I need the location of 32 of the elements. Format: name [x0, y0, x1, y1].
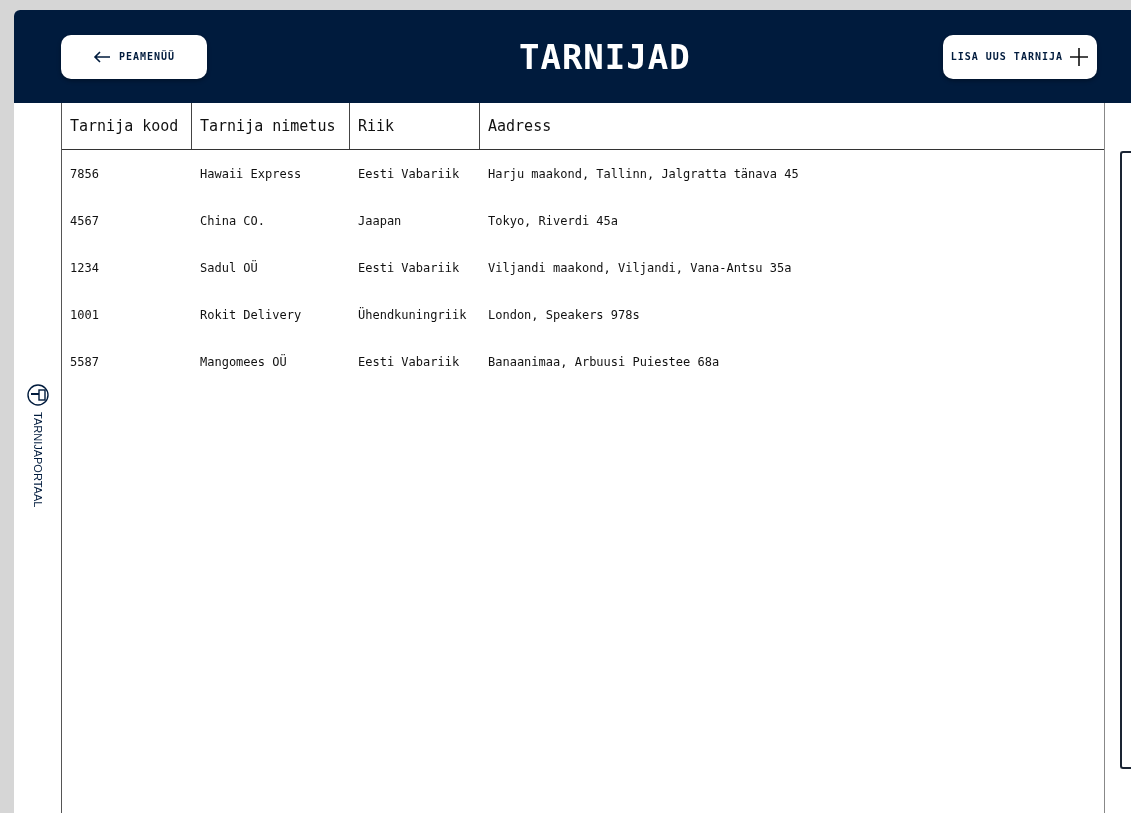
scrollbar[interactable] [1120, 151, 1131, 769]
column-header[interactable]: Tarnija kood [62, 103, 192, 149]
table-cell-text: Hawaii Express [199, 166, 303, 181]
add-supplier-button[interactable]: LISA UUS TARNIJA [942, 34, 1097, 79]
table-cell-text: Rokit Delivery [199, 307, 303, 322]
column-header[interactable]: Aadress [480, 103, 1104, 149]
table-cell-text: Harju maakond, Tallinn, Jalgratta tänava 45 [487, 166, 800, 181]
table-cell-text: 1234 [69, 260, 100, 275]
table-cell-text: Viljandi maakond, Viljandi, Vana-Antsu 35a [487, 260, 793, 275]
table-cell-text: Sadul OÜ [199, 260, 259, 275]
table-cell-text: Ühendkuningriik [357, 307, 468, 322]
table-cell-text: 5587 [69, 354, 100, 369]
sidebar-label: TARNIJAPORTAAL [31, 412, 44, 508]
arrow-left-icon [92, 50, 111, 63]
back-button[interactable]: PEAMENÜÜ [61, 34, 207, 79]
table-cell-text: Eesti Vabariik [357, 166, 461, 181]
table-cell-text: Eesti Vabariik [357, 354, 461, 369]
table-cell-text: London, Speakers 978s [487, 307, 641, 322]
plus-icon [1069, 46, 1089, 67]
column-header[interactable]: Tarnija nimetus [192, 103, 350, 149]
table-cell-text: 1001 [69, 307, 100, 322]
table-cell-text: Mangomees OÜ [199, 354, 288, 369]
page-title: TARNIJAD [518, 36, 691, 77]
table-cell-text: China CO. [199, 213, 267, 228]
table-cell-text: Jaapan [357, 213, 403, 228]
supplier-portal-icon [26, 384, 49, 406]
table-cell-text: Tokyo, Riverdi 45a [487, 213, 620, 228]
table-cell-text: Eesti Vabariik [357, 260, 461, 275]
column-header[interactable]: Riik [350, 103, 480, 149]
table-cell-text: Banaanimaa, Arbuusi Puiestee 68a [487, 354, 721, 369]
table-cell-text: 4567 [69, 213, 100, 228]
table-cell-text: 7856 [69, 166, 100, 181]
